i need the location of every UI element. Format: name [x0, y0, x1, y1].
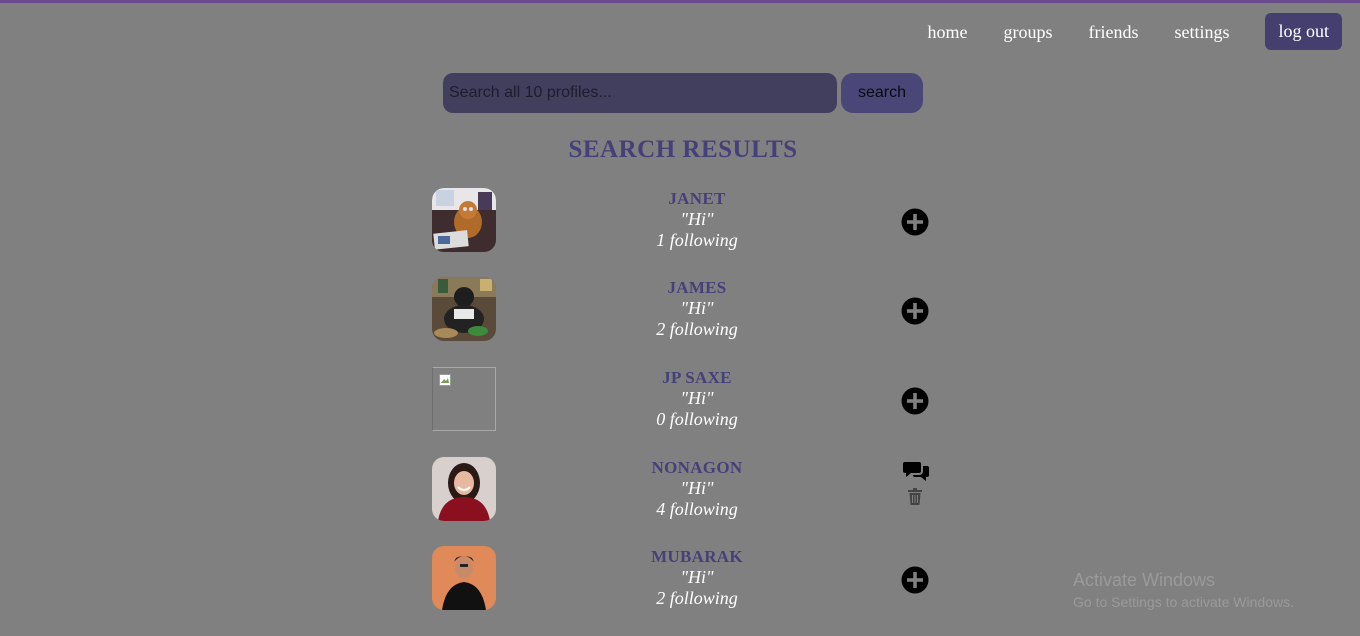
broken-image-icon: [439, 374, 451, 386]
result-item: MUBARAK "Hi" 2 following: [432, 546, 932, 612]
result-item: JP SAXE "Hi" 0 following: [432, 367, 932, 433]
profile-quote: "Hi": [680, 388, 714, 408]
following-count: 4 following: [656, 499, 738, 519]
profile-info: NONAGON "Hi" 4 following: [597, 457, 797, 520]
search-input[interactable]: [443, 73, 837, 113]
watermark-title: Activate Windows: [1073, 570, 1216, 590]
search-button[interactable]: search: [841, 73, 923, 113]
profile-quote: "Hi": [680, 478, 714, 498]
trash-icon[interactable]: [908, 488, 922, 505]
add-icon[interactable]: [901, 566, 929, 594]
profile-name[interactable]: NONAGON: [597, 457, 797, 478]
logout-button[interactable]: log out: [1265, 13, 1342, 50]
profile-quote: "Hi": [680, 298, 714, 318]
watermark-subtitle: Go to Settings to activate Windows.: [1073, 594, 1294, 610]
add-icon[interactable]: [901, 387, 929, 415]
profile-quote: "Hi": [680, 209, 714, 229]
avatar[interactable]: [432, 188, 496, 252]
nav-friends-link[interactable]: friends: [1088, 14, 1138, 50]
following-count: 0 following: [656, 409, 738, 429]
add-icon[interactable]: [901, 297, 929, 325]
avatar[interactable]: [432, 546, 496, 610]
nav-home-link[interactable]: home: [927, 14, 967, 50]
profile-name[interactable]: JAMES: [597, 277, 797, 298]
chat-icon[interactable]: [903, 460, 929, 482]
following-count: 2 following: [656, 319, 738, 339]
avatar-photo-dog: [432, 188, 496, 252]
result-item: JANET "Hi" 1 following: [432, 188, 932, 254]
avatar-photo-man-orange: [432, 546, 496, 610]
profile-name[interactable]: MUBARAK: [597, 546, 797, 567]
profile-info: MUBARAK "Hi" 2 following: [597, 546, 797, 609]
profile-name[interactable]: JANET: [597, 188, 797, 209]
add-icon[interactable]: [901, 208, 929, 236]
profile-info: JP SAXE "Hi" 0 following: [597, 367, 797, 430]
activate-windows-watermark: Activate Windows Go to Settings to activ…: [1073, 569, 1294, 613]
search-bar: search: [443, 73, 923, 113]
nav-groups-link[interactable]: groups: [1003, 14, 1052, 50]
profile-info: JANET "Hi" 1 following: [597, 188, 797, 251]
profile-quote: "Hi": [680, 567, 714, 587]
top-nav: home groups friends settings log out: [927, 13, 1342, 50]
following-count: 1 following: [656, 230, 738, 250]
avatar-photo-chef: [432, 277, 496, 341]
following-count: 2 following: [656, 588, 738, 608]
result-item: NONAGON "Hi" 4 following: [432, 457, 932, 523]
profile-info: JAMES "Hi" 2 following: [597, 277, 797, 340]
avatar[interactable]: [432, 457, 496, 521]
top-accent-line: [0, 0, 1360, 3]
result-item: JAMES "Hi" 2 following: [432, 277, 932, 343]
avatar[interactable]: [432, 277, 496, 341]
results-title: SEARCH RESULTS: [568, 136, 798, 163]
avatar[interactable]: [432, 367, 496, 431]
nav-settings-link[interactable]: settings: [1174, 14, 1229, 50]
avatar-photo-woman-red: [432, 457, 496, 521]
profile-name[interactable]: JP SAXE: [597, 367, 797, 388]
